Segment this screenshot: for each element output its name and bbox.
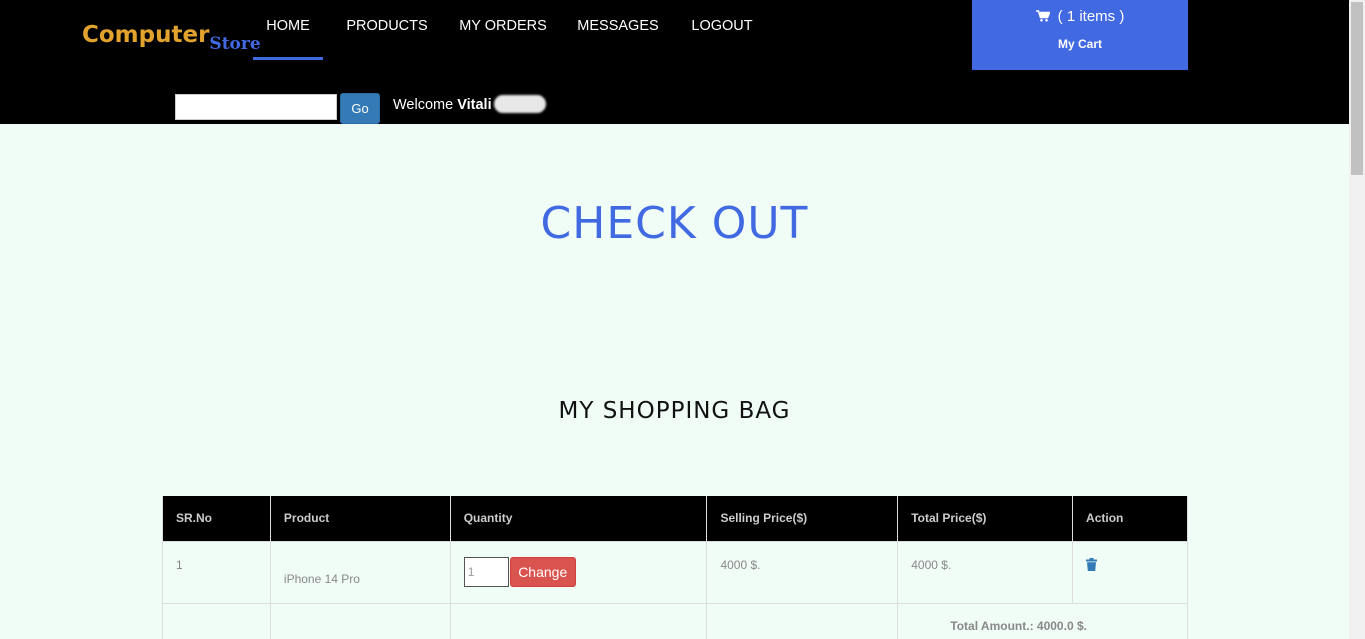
col-total-price: Total Price($) xyxy=(897,496,1074,542)
nav-my-orders[interactable]: MY ORDERS xyxy=(451,0,555,60)
cart-icon xyxy=(1035,10,1050,22)
nav-logout[interactable]: LOGOUT xyxy=(681,0,763,60)
cell-quantity: Change xyxy=(449,540,708,604)
cell-selling-price: 4000 $. xyxy=(706,540,899,604)
cart-button[interactable]: ( 1 items ) My Cart xyxy=(972,0,1188,70)
cell-sr-no: 1 xyxy=(162,540,271,604)
change-button[interactable]: Change xyxy=(509,556,576,587)
col-selling-price: Selling Price($) xyxy=(706,496,899,542)
logo-main-text: Computer xyxy=(82,22,210,48)
col-sr-no: SR.No xyxy=(162,496,271,542)
cart-label: My Cart xyxy=(1057,37,1102,51)
total-amount: Total Amount.: 4000.0 $. xyxy=(950,618,1087,633)
logo[interactable]: ComputerStore xyxy=(82,22,261,54)
page-scrollbar[interactable] xyxy=(1349,0,1365,639)
total-row: Total Amount.: 4000.0 $. xyxy=(162,602,1188,639)
main-nav: HOME PRODUCTS MY ORDERS MESSAGES LOGOUT xyxy=(253,0,763,60)
col-action: Action xyxy=(1072,496,1188,542)
nav-home[interactable]: HOME xyxy=(253,0,323,60)
quantity-input[interactable] xyxy=(463,556,509,587)
nav-products[interactable]: PRODUCTS xyxy=(323,0,451,60)
page-title: CHECK OUT xyxy=(540,198,809,249)
col-quantity: Quantity xyxy=(449,496,708,542)
cart-count: ( 1 items ) xyxy=(1057,8,1125,25)
cell-action xyxy=(1072,540,1188,604)
section-title: MY SHOPPING BAG xyxy=(558,398,791,424)
welcome-prefix: Welcome xyxy=(393,97,454,113)
top-header: ComputerStore HOME PRODUCTS MY ORDERS ME… xyxy=(0,0,1349,124)
search-input[interactable] xyxy=(175,94,337,120)
user-name: Vitali xyxy=(457,97,492,113)
welcome-message: Welcome Vitali xyxy=(393,95,546,113)
go-button[interactable]: Go xyxy=(340,93,380,124)
redacted-surname xyxy=(493,95,546,113)
shopping-bag-table: SR.No Product Quantity Selling Price($) … xyxy=(162,496,1188,639)
nav-messages[interactable]: MESSAGES xyxy=(555,0,681,60)
trash-icon[interactable] xyxy=(1086,557,1098,571)
cell-total-price: 4000 $. xyxy=(897,540,1074,604)
col-product: Product xyxy=(269,496,451,542)
table-header-row: SR.No Product Quantity Selling Price($) … xyxy=(162,496,1188,542)
cell-product: iPhone 14 Pro xyxy=(269,540,451,604)
scrollbar-thumb[interactable] xyxy=(1351,2,1363,175)
table-row: 1 iPhone 14 Pro Change 4000 $. 4000 $. xyxy=(162,540,1188,604)
